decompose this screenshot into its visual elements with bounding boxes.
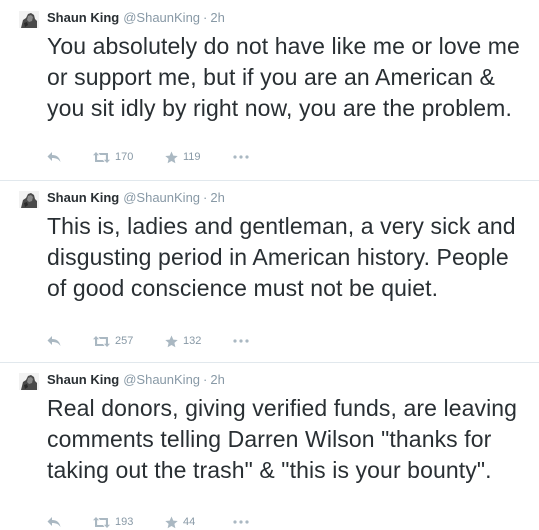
tweet-text: This is, ladies and gentleman, a very si… [47, 213, 516, 301]
author-name[interactable]: Shaun King [47, 190, 119, 205]
author-name[interactable]: Shaun King [47, 372, 119, 387]
reply-icon [47, 336, 61, 346]
favorite-button[interactable]: 132 [165, 331, 201, 351]
star-icon [165, 335, 178, 347]
more-options-button[interactable] [233, 512, 249, 530]
author-handle[interactable]: @ShaunKing [123, 10, 200, 25]
reply-button[interactable] [47, 147, 61, 167]
reply-icon [47, 152, 61, 162]
avatar[interactable] [19, 11, 39, 28]
tweet-timestamp[interactable]: 2h [210, 372, 224, 387]
favorite-button[interactable]: 119 [165, 147, 201, 167]
retweet-button[interactable]: 170 [93, 147, 133, 167]
tweet-header: Shaun King @ShaunKing · 2h [47, 371, 225, 389]
retweet-icon [93, 516, 110, 528]
tweet-timestamp[interactable]: 2h [210, 10, 224, 25]
tweet-text: Real donors, giving verified funds, are … [47, 395, 518, 483]
tweet-timeline: Shaun King @ShaunKing · 2h You absolutely d… [0, 0, 539, 530]
retweet-button[interactable]: 193 [93, 512, 133, 530]
tweet-timestamp[interactable]: 2h [210, 190, 224, 205]
favorite-button[interactable]: 44 [165, 512, 195, 530]
retweet-count: 257 [115, 335, 134, 347]
reply-button[interactable] [47, 512, 61, 530]
retweet-icon [93, 151, 110, 163]
more-options-button[interactable] [233, 331, 249, 351]
favorite-count: 132 [183, 335, 202, 347]
tweet-text: You absolutely do not have like me or lo… [47, 33, 520, 121]
author-handle[interactable]: @ShaunKing [123, 190, 200, 205]
favorite-count: 119 [183, 151, 201, 163]
retweet-count: 170 [115, 151, 134, 163]
header-separator: · [203, 372, 208, 387]
reply-icon [47, 517, 61, 527]
star-icon [165, 151, 178, 163]
more-options-button[interactable] [233, 147, 249, 167]
more-dots-icon [233, 155, 249, 159]
favorite-count: 44 [183, 516, 196, 528]
more-dots-icon [233, 520, 249, 524]
tweet-header: Shaun King @ShaunKing · 2h [47, 9, 225, 27]
tweet-header: Shaun King @ShaunKing · 2h [47, 189, 225, 207]
retweet-icon [93, 335, 110, 347]
retweet-button[interactable]: 257 [93, 331, 133, 351]
retweet-count: 193 [115, 516, 134, 528]
avatar[interactable] [19, 191, 39, 208]
tweet[interactable]: Shaun King @ShaunKing · 2h Real donors, giv… [0, 362, 539, 530]
author-name[interactable]: Shaun King [47, 10, 119, 25]
tweet[interactable]: Shaun King @ShaunKing · 2h This is, ladies … [0, 180, 539, 362]
star-icon [165, 516, 178, 528]
header-separator: · [203, 10, 208, 25]
more-dots-icon [233, 339, 249, 343]
header-separator: · [203, 190, 208, 205]
author-handle[interactable]: @ShaunKing [123, 372, 200, 387]
avatar[interactable] [19, 373, 39, 390]
reply-button[interactable] [47, 331, 61, 351]
tweet[interactable]: Shaun King @ShaunKing · 2h You absolutely d… [0, 0, 539, 180]
